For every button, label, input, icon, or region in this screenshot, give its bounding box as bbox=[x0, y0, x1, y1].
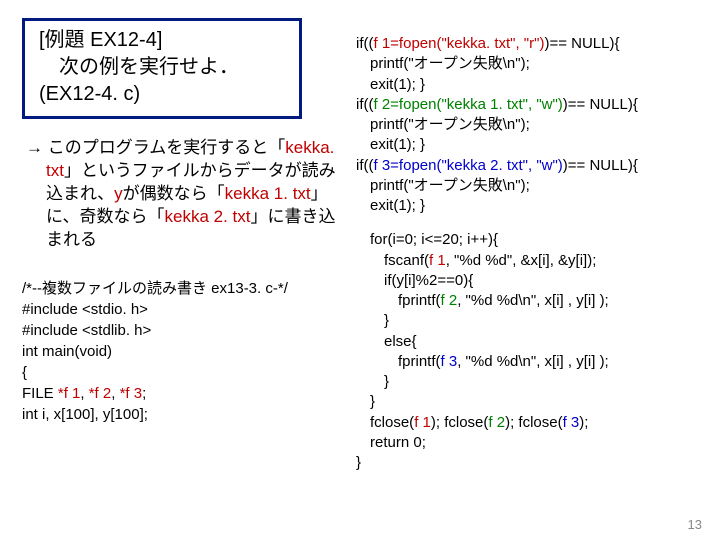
description: → このプログラムを実行すると「kekka. txt」というファイルからデータが… bbox=[42, 137, 340, 252]
desc-text: が偶数なら「 bbox=[123, 184, 225, 203]
code-text: FILE bbox=[22, 385, 58, 402]
code-text: , "%d %d\n", x[i] , y[i] ); bbox=[457, 353, 609, 370]
code-line: if((f 3=fopen("kekka 2. txt", "w"))== NU… bbox=[356, 156, 700, 176]
code-text: ); fclose( bbox=[505, 414, 563, 431]
code-text: )== NULL){ bbox=[563, 96, 638, 113]
code-line: { bbox=[22, 362, 340, 383]
page-number: 13 bbox=[688, 517, 702, 532]
code-line: exit(1); } bbox=[356, 135, 700, 155]
code-line: } bbox=[356, 392, 700, 412]
code-text: , bbox=[80, 385, 88, 402]
desc-kekka2: kekka 2. txt bbox=[165, 207, 251, 226]
code-line: fscanf(f 1, "%d %d", &x[i], &y[i]); bbox=[356, 251, 700, 271]
code-text: ; bbox=[142, 385, 146, 402]
code-text: )== NULL){ bbox=[563, 157, 638, 174]
code-fopen: f 3=fopen("kekka 2. txt", "w") bbox=[374, 157, 563, 174]
desc-kekka1: kekka 1. txt bbox=[225, 184, 311, 203]
code-var: f 1 bbox=[429, 252, 446, 269]
desc-y: y bbox=[114, 184, 123, 203]
code-line: } bbox=[356, 372, 700, 392]
code-var: f 1 bbox=[414, 414, 431, 431]
code-text: fprintf( bbox=[398, 353, 441, 370]
code-line: printf("オープン失敗\n"); bbox=[356, 176, 700, 196]
arrow-icon: → bbox=[26, 138, 48, 157]
code-line: FILE *f 1, *f 2, *f 3; bbox=[22, 383, 340, 404]
code-line: /*--複数ファイルの読み書き ex13-3. c-*/ bbox=[22, 278, 340, 299]
code-line: if((f 2=fopen("kekka 1. txt", "w"))== NU… bbox=[356, 95, 700, 115]
code-text: fscanf( bbox=[384, 252, 429, 269]
code-line: if(y[i]%2==0){ bbox=[356, 271, 700, 291]
title-line-1: [例題 EX12-4] bbox=[39, 27, 285, 54]
code-line: fprintf(f 3, "%d %d\n", x[i] , y[i] ); bbox=[356, 352, 700, 372]
code-var: f 2 bbox=[441, 292, 458, 309]
code-line: fclose(f 1); fclose(f 2); fclose(f 3); bbox=[356, 413, 700, 433]
code-text: )== NULL){ bbox=[544, 35, 619, 52]
desc-text: このプログラムを実行すると「 bbox=[48, 138, 286, 157]
code-text: , "%d %d\n", x[i] , y[i] ); bbox=[457, 292, 609, 309]
code-left-block: /*--複数ファイルの読み書き ex13-3. c-*/ #include <s… bbox=[22, 278, 340, 425]
title-box: [例題 EX12-4] 次の例を実行せよ． (EX12-4. c) bbox=[22, 18, 302, 119]
code-var: *f 1 bbox=[58, 385, 81, 402]
code-line: else{ bbox=[356, 332, 700, 352]
code-line: exit(1); } bbox=[356, 75, 700, 95]
code-line: int main(void) bbox=[22, 341, 340, 362]
code-line: } bbox=[356, 453, 700, 473]
code-text: fprintf( bbox=[398, 292, 441, 309]
code-var: *f 3 bbox=[120, 385, 143, 402]
code-text: ); bbox=[579, 414, 588, 431]
left-column: [例題 EX12-4] 次の例を実行せよ． (EX12-4. c) → このプロ… bbox=[0, 0, 350, 540]
code-var: *f 2 bbox=[89, 385, 112, 402]
code-text: if(( bbox=[356, 157, 374, 174]
code-line: for(i=0; i<=20; i++){ bbox=[356, 230, 700, 250]
title-line-2: 次の例を実行せよ． bbox=[39, 54, 285, 81]
code-var: f 3 bbox=[563, 414, 580, 431]
code-line: #include <stdio. h> bbox=[22, 299, 340, 320]
code-text: if(( bbox=[356, 35, 374, 52]
code-fopen: f 2=fopen("kekka 1. txt", "w") bbox=[374, 96, 563, 113]
code-line: fprintf(f 2, "%d %d\n", x[i] , y[i] ); bbox=[356, 291, 700, 311]
code-line: return 0; bbox=[356, 433, 700, 453]
code-var: f 3 bbox=[441, 353, 458, 370]
code-var: f 2 bbox=[488, 414, 505, 431]
blank-line bbox=[356, 216, 700, 230]
code-line: exit(1); } bbox=[356, 196, 700, 216]
title-line-3: (EX12-4. c) bbox=[39, 81, 285, 108]
code-fopen: f 1=fopen("kekka. txt", "r") bbox=[374, 35, 545, 52]
code-line: printf("オープン失敗\n"); bbox=[356, 115, 700, 135]
code-text: if(( bbox=[356, 96, 374, 113]
code-text: fclose( bbox=[370, 414, 414, 431]
code-line: printf("オープン失敗\n"); bbox=[356, 54, 700, 74]
code-text: , bbox=[111, 385, 119, 402]
code-line: } bbox=[356, 311, 700, 331]
code-line: int i, x[100], y[100]; bbox=[22, 404, 340, 425]
code-text: , "%d %d", &x[i], &y[i]); bbox=[446, 252, 597, 269]
slide: [例題 EX12-4] 次の例を実行せよ． (EX12-4. c) → このプロ… bbox=[0, 0, 720, 540]
code-line: #include <stdlib. h> bbox=[22, 320, 340, 341]
code-text: ); fclose( bbox=[431, 414, 489, 431]
code-right-block: if((f 1=fopen("kekka. txt", "r"))== NULL… bbox=[350, 0, 710, 540]
code-line: if((f 1=fopen("kekka. txt", "r"))== NULL… bbox=[356, 34, 700, 54]
